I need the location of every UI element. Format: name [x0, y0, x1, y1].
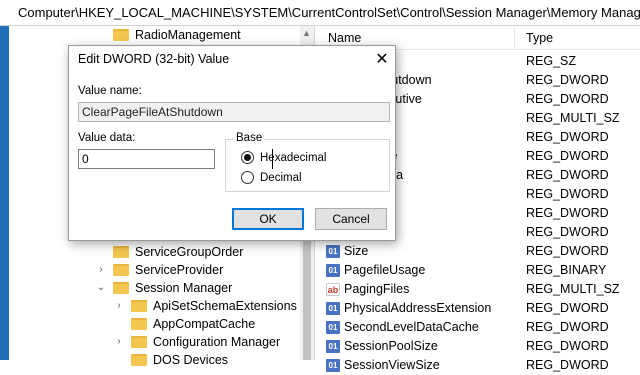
tree-item-label: AppCompatCache — [153, 317, 256, 331]
folder-icon — [113, 29, 129, 41]
value-data-input[interactable]: 0 — [78, 149, 215, 169]
value-row[interactable]: 01 SessionViewSize REG_DWORD — [316, 356, 640, 375]
value-row[interactable]: ab PagingFiles REG_MULTI_SZ — [316, 280, 640, 299]
value-type: REG_DWORD — [526, 244, 609, 258]
radio-hexadecimal[interactable]: Hexadecimal — [241, 151, 326, 164]
tree-item[interactable]: DOS Devices — [113, 351, 228, 369]
column-header-type[interactable]: Type — [526, 26, 553, 50]
value-type: REG_DWORD — [526, 206, 609, 220]
string-value-icon: ab — [326, 283, 340, 296]
value-type: REG_DWORD — [526, 73, 609, 87]
ok-button[interactable]: OK — [232, 208, 304, 230]
tree-item-label: DOS Devices — [153, 353, 229, 367]
folder-icon — [131, 300, 147, 312]
value-data-label: Value data: — [78, 132, 136, 144]
tree-item-label: Configuration Manager — [153, 335, 281, 349]
folder-icon — [131, 354, 147, 366]
value-name: PagefileUsage — [344, 263, 426, 277]
value-type: REG_DWORD — [526, 225, 609, 239]
tree-item[interactable]: AppCompatCache — [113, 315, 255, 333]
value-name-field: ClearPageFileAtShutdown — [78, 102, 390, 122]
radio-label: Decimal — [260, 171, 302, 184]
value-type: REG_DWORD — [526, 320, 609, 334]
value-row[interactable]: 01 PagefileUsage REG_BINARY — [316, 261, 640, 280]
value-name: SecondLevelDataCache — [344, 320, 479, 334]
value-name: SessionViewSize — [344, 358, 440, 372]
value-type: REG_DWORD — [526, 301, 609, 315]
chevron-right-icon[interactable]: › — [113, 333, 125, 351]
chevron-down-icon[interactable]: ⌄ — [95, 279, 107, 297]
value-type: REG_DWORD — [526, 187, 609, 201]
value-name: PhysicalAddressExtension — [344, 301, 492, 315]
tree-item-label: RadioManagement — [135, 28, 241, 42]
scrollbar-thumb[interactable] — [303, 238, 311, 360]
folder-icon — [131, 336, 147, 348]
dword-value-icon: 01 — [326, 340, 340, 353]
value-type: REG_DWORD — [526, 130, 609, 144]
tree-item-label: ApiSetSchemaExtensions — [153, 299, 297, 313]
dword-value-icon: 01 — [326, 302, 340, 315]
base-group — [225, 139, 390, 192]
value-type: REG_DWORD — [526, 149, 609, 163]
value-type: REG_MULTI_SZ — [526, 111, 620, 125]
base-label: Base — [234, 132, 265, 144]
value-name-label: Value name: — [78, 85, 142, 97]
folder-icon — [131, 318, 147, 330]
tree-item[interactable]: › ApiSetSchemaExtensions — [113, 297, 297, 315]
radio-decimal[interactable]: Decimal — [241, 171, 302, 184]
dword-value-icon: 01 — [326, 245, 340, 258]
close-icon[interactable]: ✕ — [373, 49, 391, 69]
tree-item[interactable]: › ServiceProvider — [95, 261, 223, 279]
folder-icon — [113, 246, 129, 258]
tree-item[interactable]: RadioManagement — [95, 26, 241, 44]
value-name: Size — [344, 244, 369, 258]
tree-item-label: Session Manager — [135, 281, 233, 295]
chevron-right-icon[interactable]: › — [95, 261, 107, 279]
value-type: REG_DWORD — [526, 168, 609, 182]
value-name: SessionPoolSize — [344, 339, 438, 353]
edit-dword-dialog: Edit DWORD (32-bit) Value ✕ Value name: … — [68, 45, 396, 241]
tree-item[interactable]: ⌄ Session Manager — [95, 279, 232, 297]
column-divider[interactable] — [514, 28, 515, 48]
value-type: REG_BINARY — [526, 263, 607, 277]
value-type: REG_DWORD — [526, 339, 609, 353]
value-row[interactable]: 01 Size REG_DWORD — [316, 242, 640, 261]
folder-icon — [113, 282, 129, 294]
radio-selected-icon[interactable] — [241, 151, 254, 164]
scroll-up-icon[interactable]: ▲ — [302, 28, 311, 38]
background-window-edge — [0, 26, 9, 360]
dword-value-icon: 01 — [326, 264, 340, 277]
value-row[interactable]: 01 PhysicalAddressExtension REG_DWORD — [316, 299, 640, 318]
tree-item[interactable]: › Configuration Manager — [113, 333, 280, 351]
dialog-title: Edit DWORD (32-bit) Value — [78, 52, 230, 66]
radio-unselected-icon[interactable] — [241, 171, 254, 184]
tree-item[interactable]: ServiceGroupOrder — [95, 243, 243, 261]
value-type: REG_SZ — [526, 54, 577, 68]
value-name: PagingFiles — [344, 282, 410, 296]
dword-value-icon: 01 — [326, 359, 340, 372]
radio-label: Hexadecimal — [260, 151, 327, 164]
chevron-right-icon[interactable]: › — [113, 297, 125, 315]
value-row[interactable]: 01 SessionPoolSize REG_DWORD — [316, 337, 640, 356]
dword-value-icon: 01 — [326, 321, 340, 334]
value-type: REG_DWORD — [526, 92, 609, 106]
value-type: REG_DWORD — [526, 358, 609, 372]
value-type: REG_MULTI_SZ — [526, 282, 620, 296]
address-bar[interactable]: Computer\HKEY_LOCAL_MACHINE\SYSTEM\Curre… — [0, 0, 640, 26]
tree-item-label: ServiceGroupOrder — [135, 245, 244, 259]
folder-icon — [113, 264, 129, 276]
cancel-button[interactable]: Cancel — [315, 208, 387, 230]
tree-item-label: ServiceProvider — [135, 263, 224, 277]
value-row[interactable]: 01 SecondLevelDataCache REG_DWORD — [316, 318, 640, 337]
